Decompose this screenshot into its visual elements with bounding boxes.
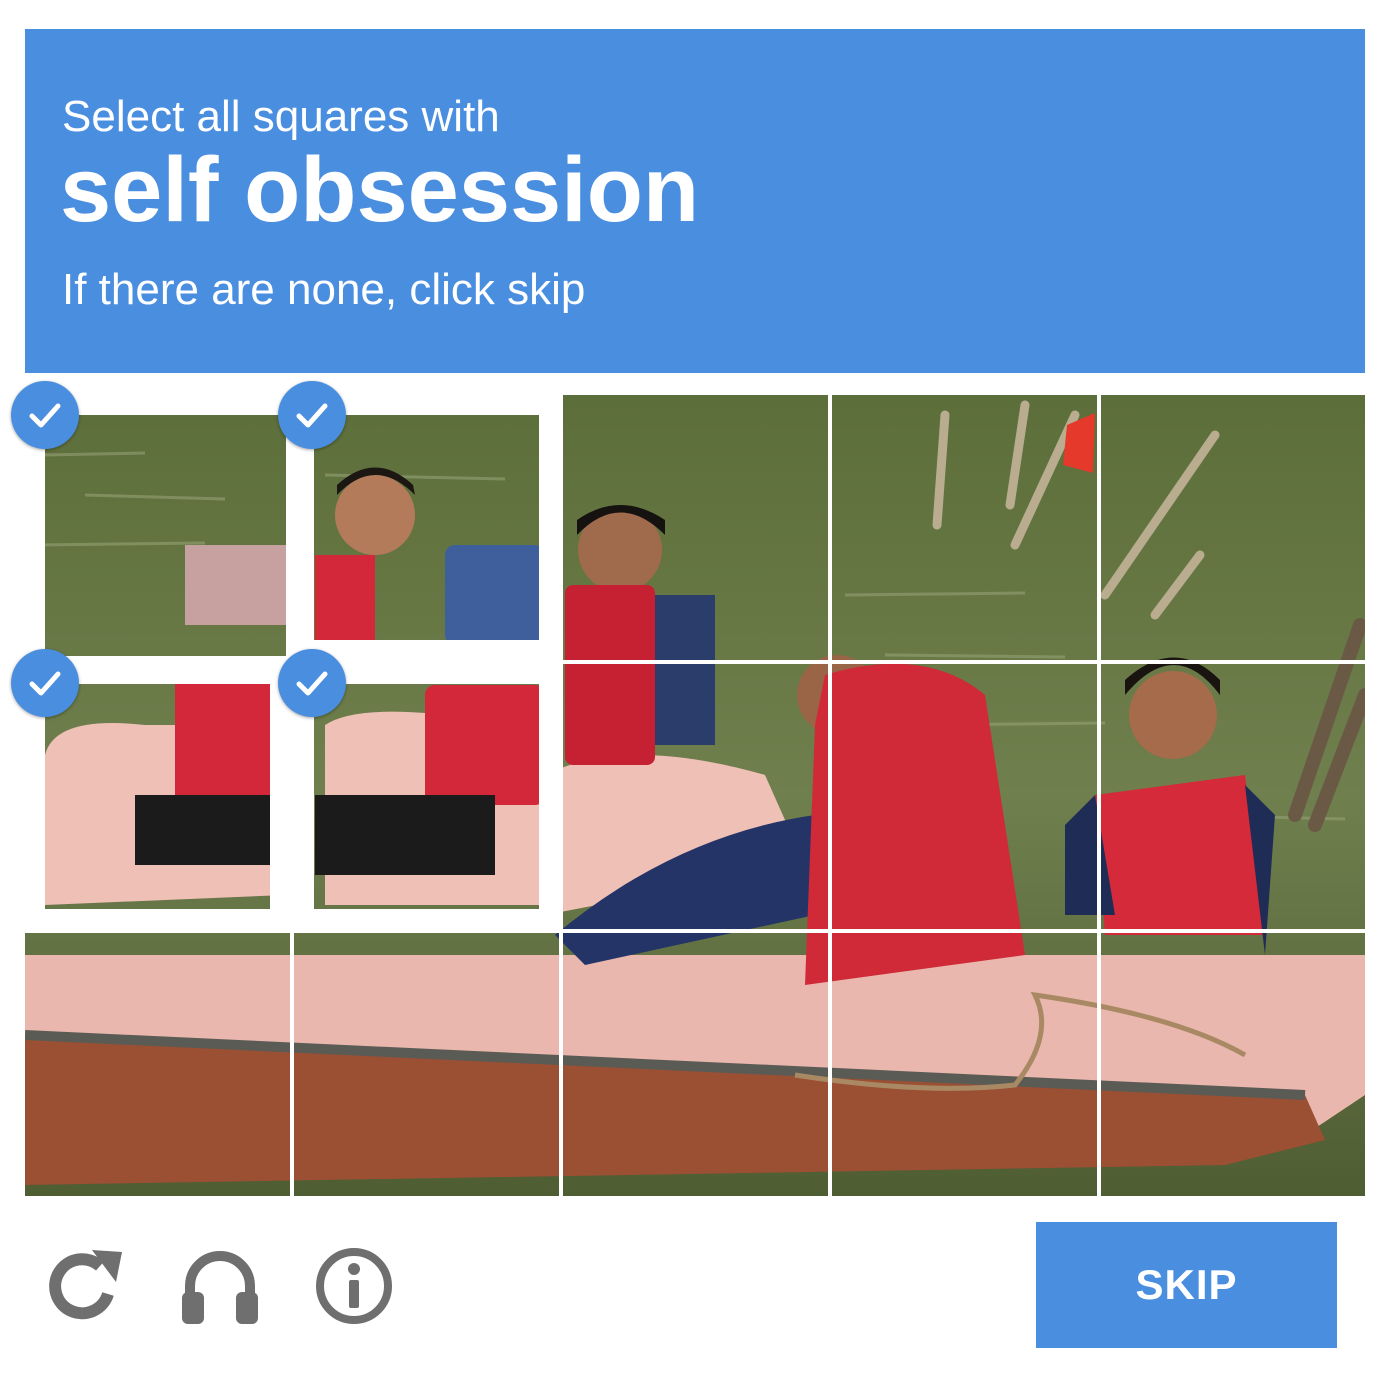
grid-tile-r2c5[interactable] <box>1101 664 1365 929</box>
skip-button[interactable]: SKIP <box>1036 1222 1337 1348</box>
grid-tile-r3c3[interactable] <box>563 933 828 1196</box>
grid-tile-r3c5[interactable] <box>1101 933 1365 1196</box>
hint-text: If there are none, click skip <box>62 265 586 314</box>
grid-tile-r1c4[interactable] <box>832 395 1097 660</box>
image-grid <box>25 395 1365 1196</box>
grid-tile-r2c3[interactable] <box>563 664 828 929</box>
grid-tile-r2c4[interactable] <box>832 664 1097 929</box>
instruction-text: Select all squares with <box>62 92 500 141</box>
checkmark-icon <box>11 381 79 449</box>
checkmark-icon <box>11 649 79 717</box>
grid-tile-r3c2[interactable] <box>294 933 559 1196</box>
grid-tile-r1c5[interactable] <box>1101 395 1365 660</box>
checkmark-icon <box>278 381 346 449</box>
info-icon[interactable] <box>312 1244 396 1328</box>
headphones-icon[interactable] <box>178 1244 262 1328</box>
grid-tile-r3c1[interactable] <box>25 933 290 1196</box>
reload-icon[interactable] <box>42 1244 126 1328</box>
checkmark-icon <box>278 649 346 717</box>
grid-tile-r1c3[interactable] <box>563 395 828 660</box>
challenge-header: Select all squares with self obsession I… <box>25 29 1365 373</box>
target-object-text: self obsession <box>60 139 700 241</box>
grid-tile-r3c4[interactable] <box>832 933 1097 1196</box>
